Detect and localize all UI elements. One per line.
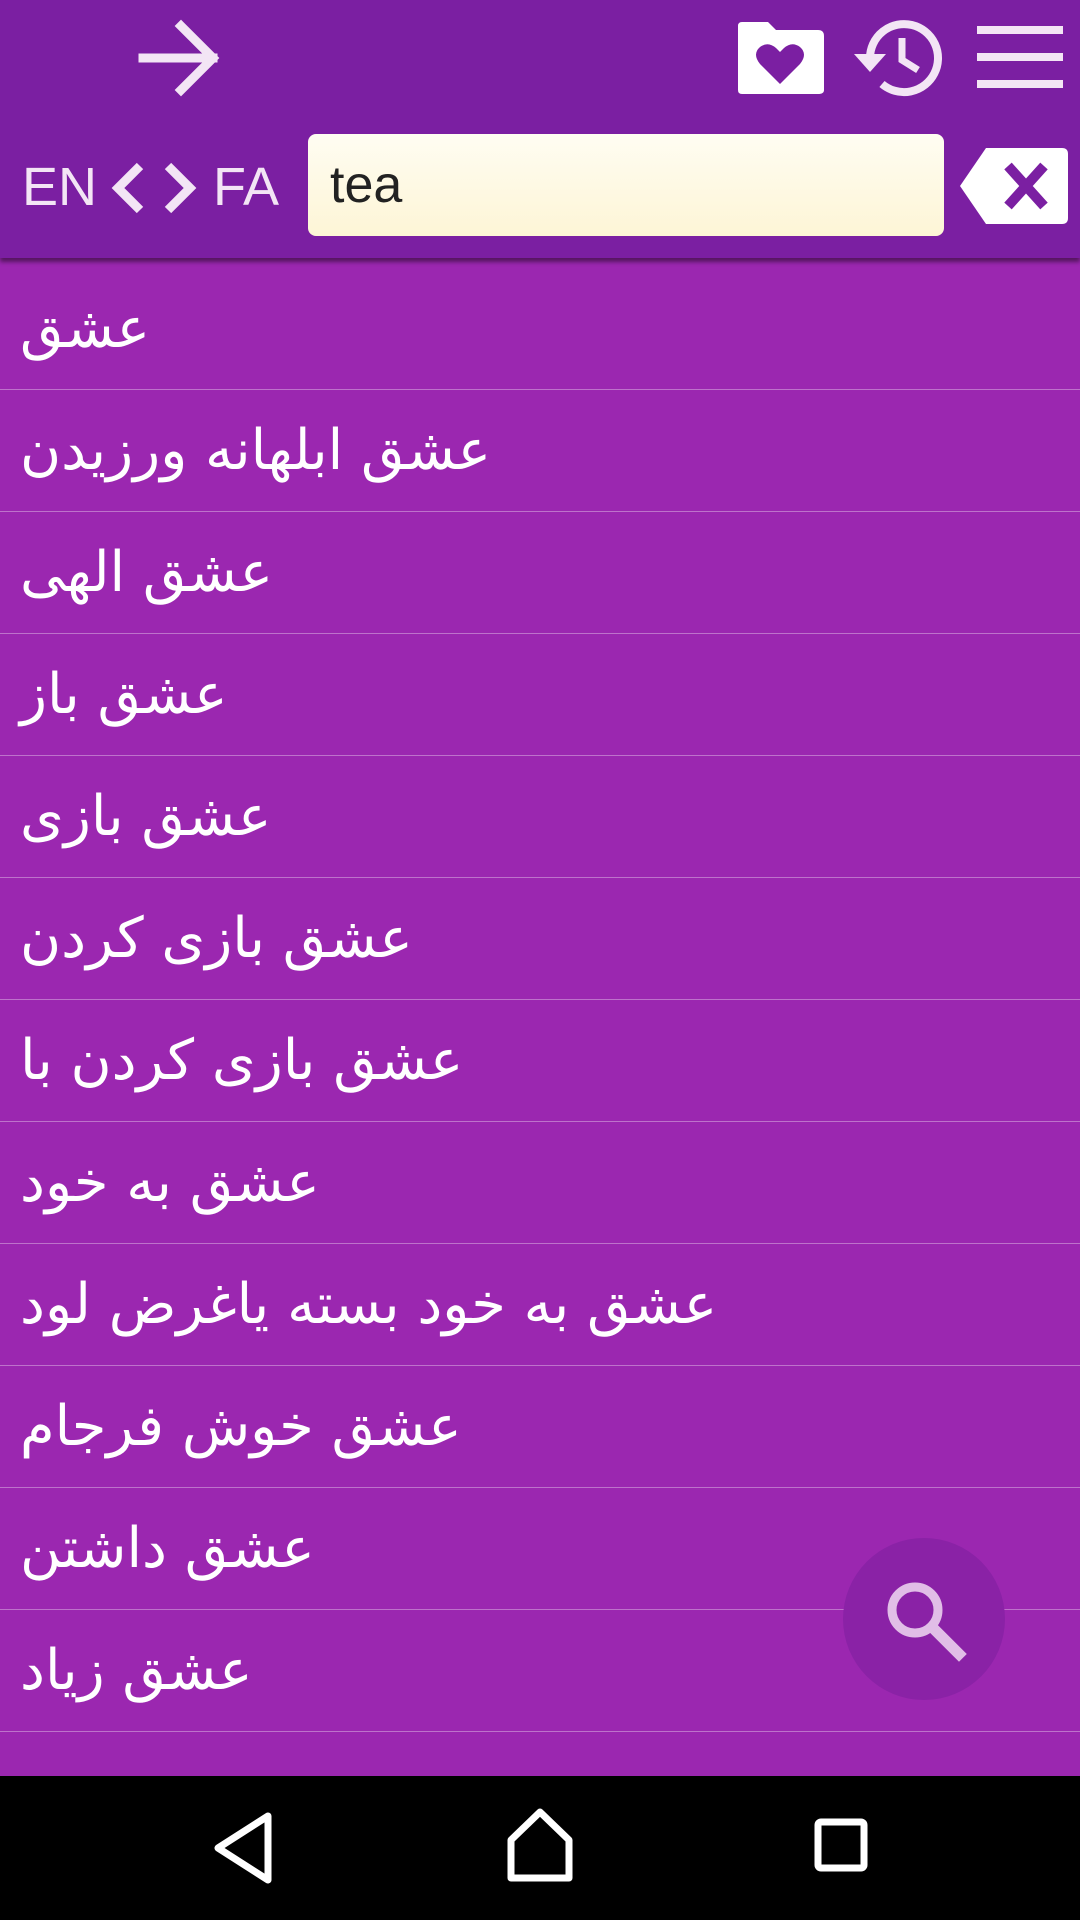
list-item[interactable]: عشق به خود بسته یاغرض لود xyxy=(0,1244,1080,1366)
list-item-text: عشق بازی کردن xyxy=(20,906,413,971)
forward-arrow-icon[interactable] xyxy=(135,18,225,98)
target-language-label[interactable]: FA xyxy=(213,152,279,222)
search-input[interactable] xyxy=(308,134,944,236)
chevron-left-icon[interactable] xyxy=(104,160,150,216)
list-item[interactable]: عشق ابلهانه ورزیدن xyxy=(0,390,1080,512)
chevron-right-icon[interactable] xyxy=(158,160,204,216)
source-language-label[interactable]: EN xyxy=(22,152,97,222)
list-item-text: عشق بازی xyxy=(20,784,272,849)
list-item[interactable]: عشق خوش فرجام xyxy=(0,1366,1080,1488)
favorites-folder-icon[interactable] xyxy=(732,18,828,98)
list-item-text: عشق زیاد xyxy=(20,1638,253,1703)
list-item-text: عشق خوش فرجام xyxy=(20,1394,462,1459)
search-icon xyxy=(887,1582,967,1662)
results-list: عشق عشق ابلهانه ورزیدن عشق الهی عشق باز … xyxy=(0,268,1080,1732)
backspace-clear-icon[interactable] xyxy=(958,144,1070,228)
list-item[interactable]: عشق بازی کردن xyxy=(0,878,1080,1000)
list-item-text: عشق باز xyxy=(20,662,228,727)
back-triangle-icon[interactable] xyxy=(210,1810,276,1886)
list-item-text: عشق داشتن xyxy=(20,1516,315,1581)
list-item-text: عشق به خود xyxy=(20,1150,320,1215)
history-icon[interactable] xyxy=(848,14,948,102)
list-item[interactable]: عشق باز xyxy=(0,634,1080,756)
home-icon[interactable] xyxy=(505,1806,575,1884)
search-fab-button[interactable] xyxy=(843,1538,1005,1700)
list-item-text: عشق بازی کردن با xyxy=(20,1028,464,1093)
list-item-text: عشق به خود بسته یاغرض لود xyxy=(20,1272,718,1337)
system-navigation-bar xyxy=(0,1776,1080,1920)
list-item-text: عشق ابلهانه ورزیدن xyxy=(20,418,492,483)
list-item[interactable]: عشق بازی xyxy=(0,756,1080,878)
hamburger-menu-icon[interactable] xyxy=(975,22,1065,92)
list-item[interactable]: عشق الهی xyxy=(0,512,1080,634)
app-bar: EN FA xyxy=(0,0,1080,258)
recents-icon[interactable] xyxy=(814,1818,868,1872)
list-item-text: عشق xyxy=(20,296,151,361)
list-item[interactable]: عشق xyxy=(0,268,1080,390)
list-item-text: عشق الهی xyxy=(20,540,273,605)
list-item[interactable]: عشق بازی کردن با xyxy=(0,1000,1080,1122)
list-item[interactable]: عشق به خود xyxy=(0,1122,1080,1244)
